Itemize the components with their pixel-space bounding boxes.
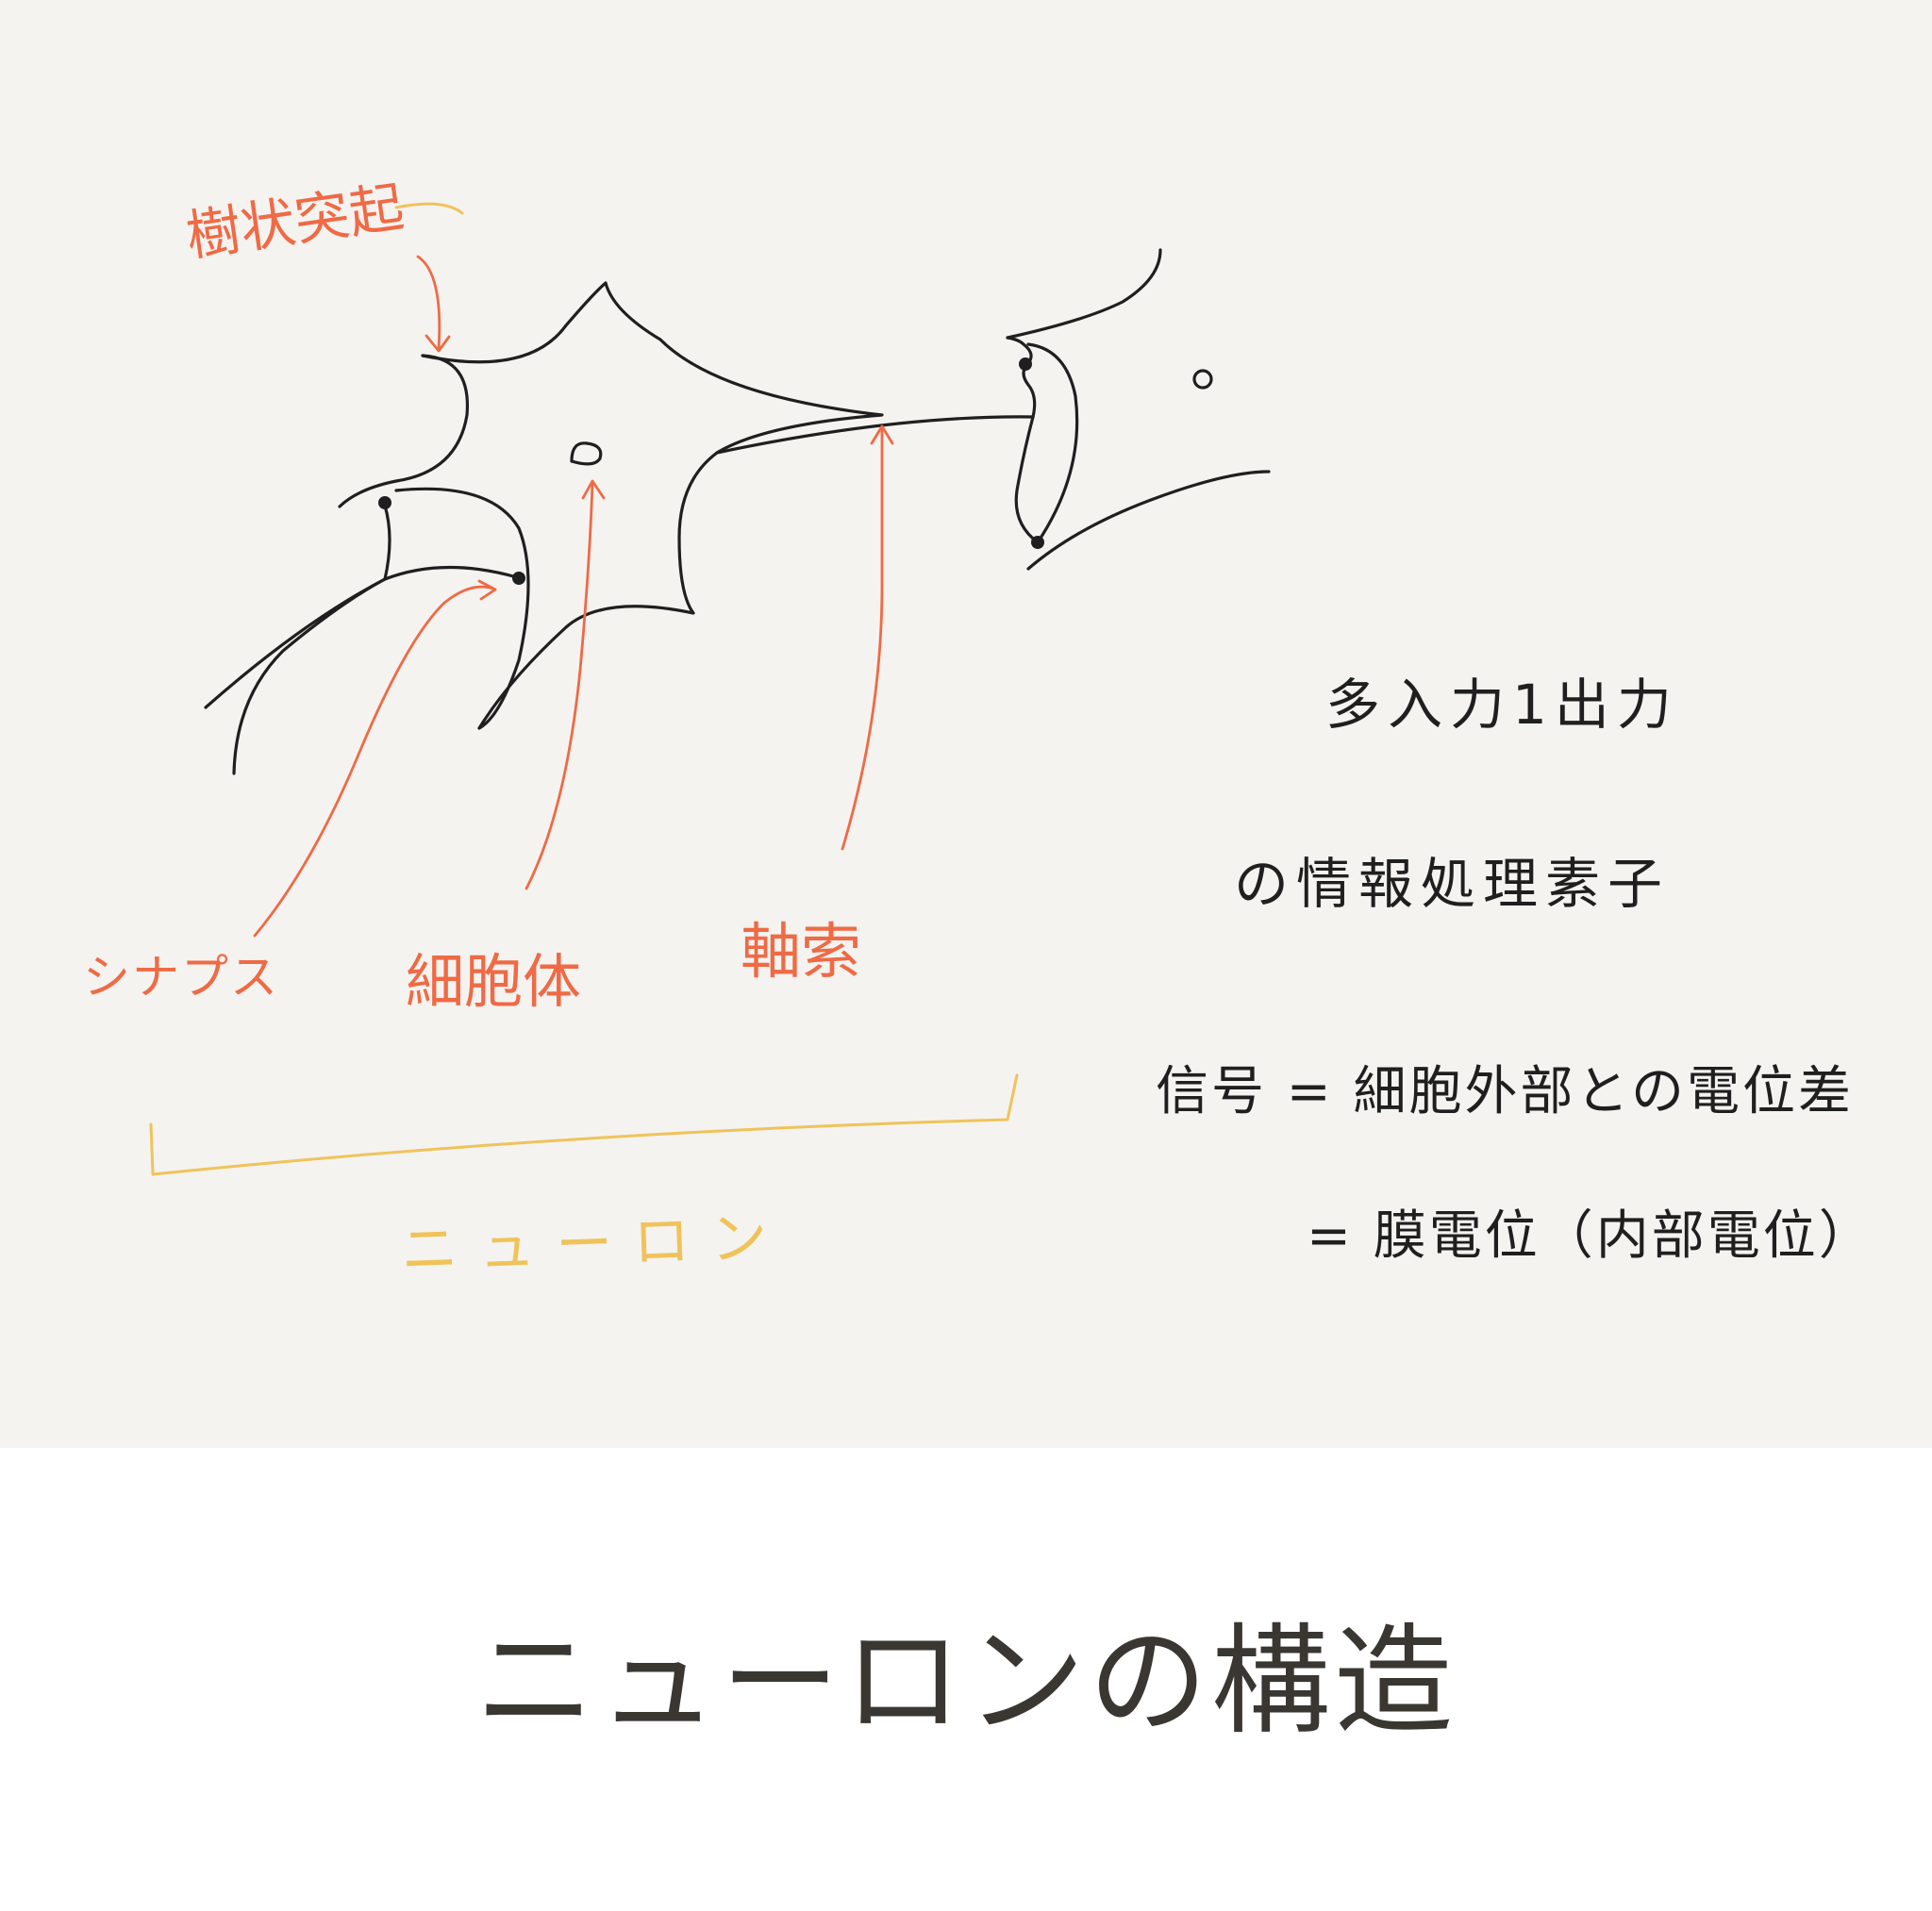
arrow-dendrite [416, 255, 441, 351]
arrow-cellbody [525, 481, 594, 890]
presynaptic-axon-2 [383, 565, 519, 581]
post-terminal-b [1014, 415, 1040, 544]
synapse-dot-4 [1031, 536, 1044, 549]
presynaptic-axon-3 [383, 504, 391, 581]
post-neuron-lower [1026, 470, 1271, 571]
post-neuron-body [1026, 342, 1079, 544]
arrow-axon [841, 424, 884, 851]
note-line3: 信号 = 細胞外部との電位差 [1156, 1061, 1854, 1122]
arrow-synapse-head [477, 579, 497, 601]
label-neuron: ニューロン [400, 1204, 790, 1285]
synapse-dot-1 [378, 496, 391, 509]
label-cell-body: 細胞体 [406, 947, 582, 1016]
caption-area: ニューロンの構造 [0, 1448, 1932, 1911]
neuron-bracket [149, 1073, 1019, 1176]
presynaptic-axon-1 [204, 577, 387, 709]
post-neuron-upper [1006, 248, 1162, 340]
page-caption: ニューロンの構造 [475, 1612, 1457, 1751]
synapse-dot-2 [512, 572, 525, 585]
nucleus-right [1192, 369, 1213, 390]
synapse-dot-3 [1019, 357, 1032, 371]
note-line1: 多入力1出力 [1325, 673, 1679, 737]
cell-body-outline [421, 281, 884, 730]
label-axon: 軸索 [741, 918, 861, 988]
note-line4: = 膜電位（内部電位） [1307, 1205, 1874, 1267]
label-synapse: シナプス [83, 950, 279, 1005]
note-line2: の情報処理素子 [1234, 852, 1671, 916]
nucleus-left [570, 441, 603, 466]
dendrite-underline [394, 202, 464, 215]
post-terminal-a [1006, 336, 1037, 419]
dendrite-lower [394, 487, 530, 730]
dendrite-upper [338, 354, 470, 508]
notebook-canvas: 樹状突起 シナプス 細胞体 軸索 多入力1出力 の情報処理素子 信号 = 細胞外… [0, 0, 1932, 1448]
